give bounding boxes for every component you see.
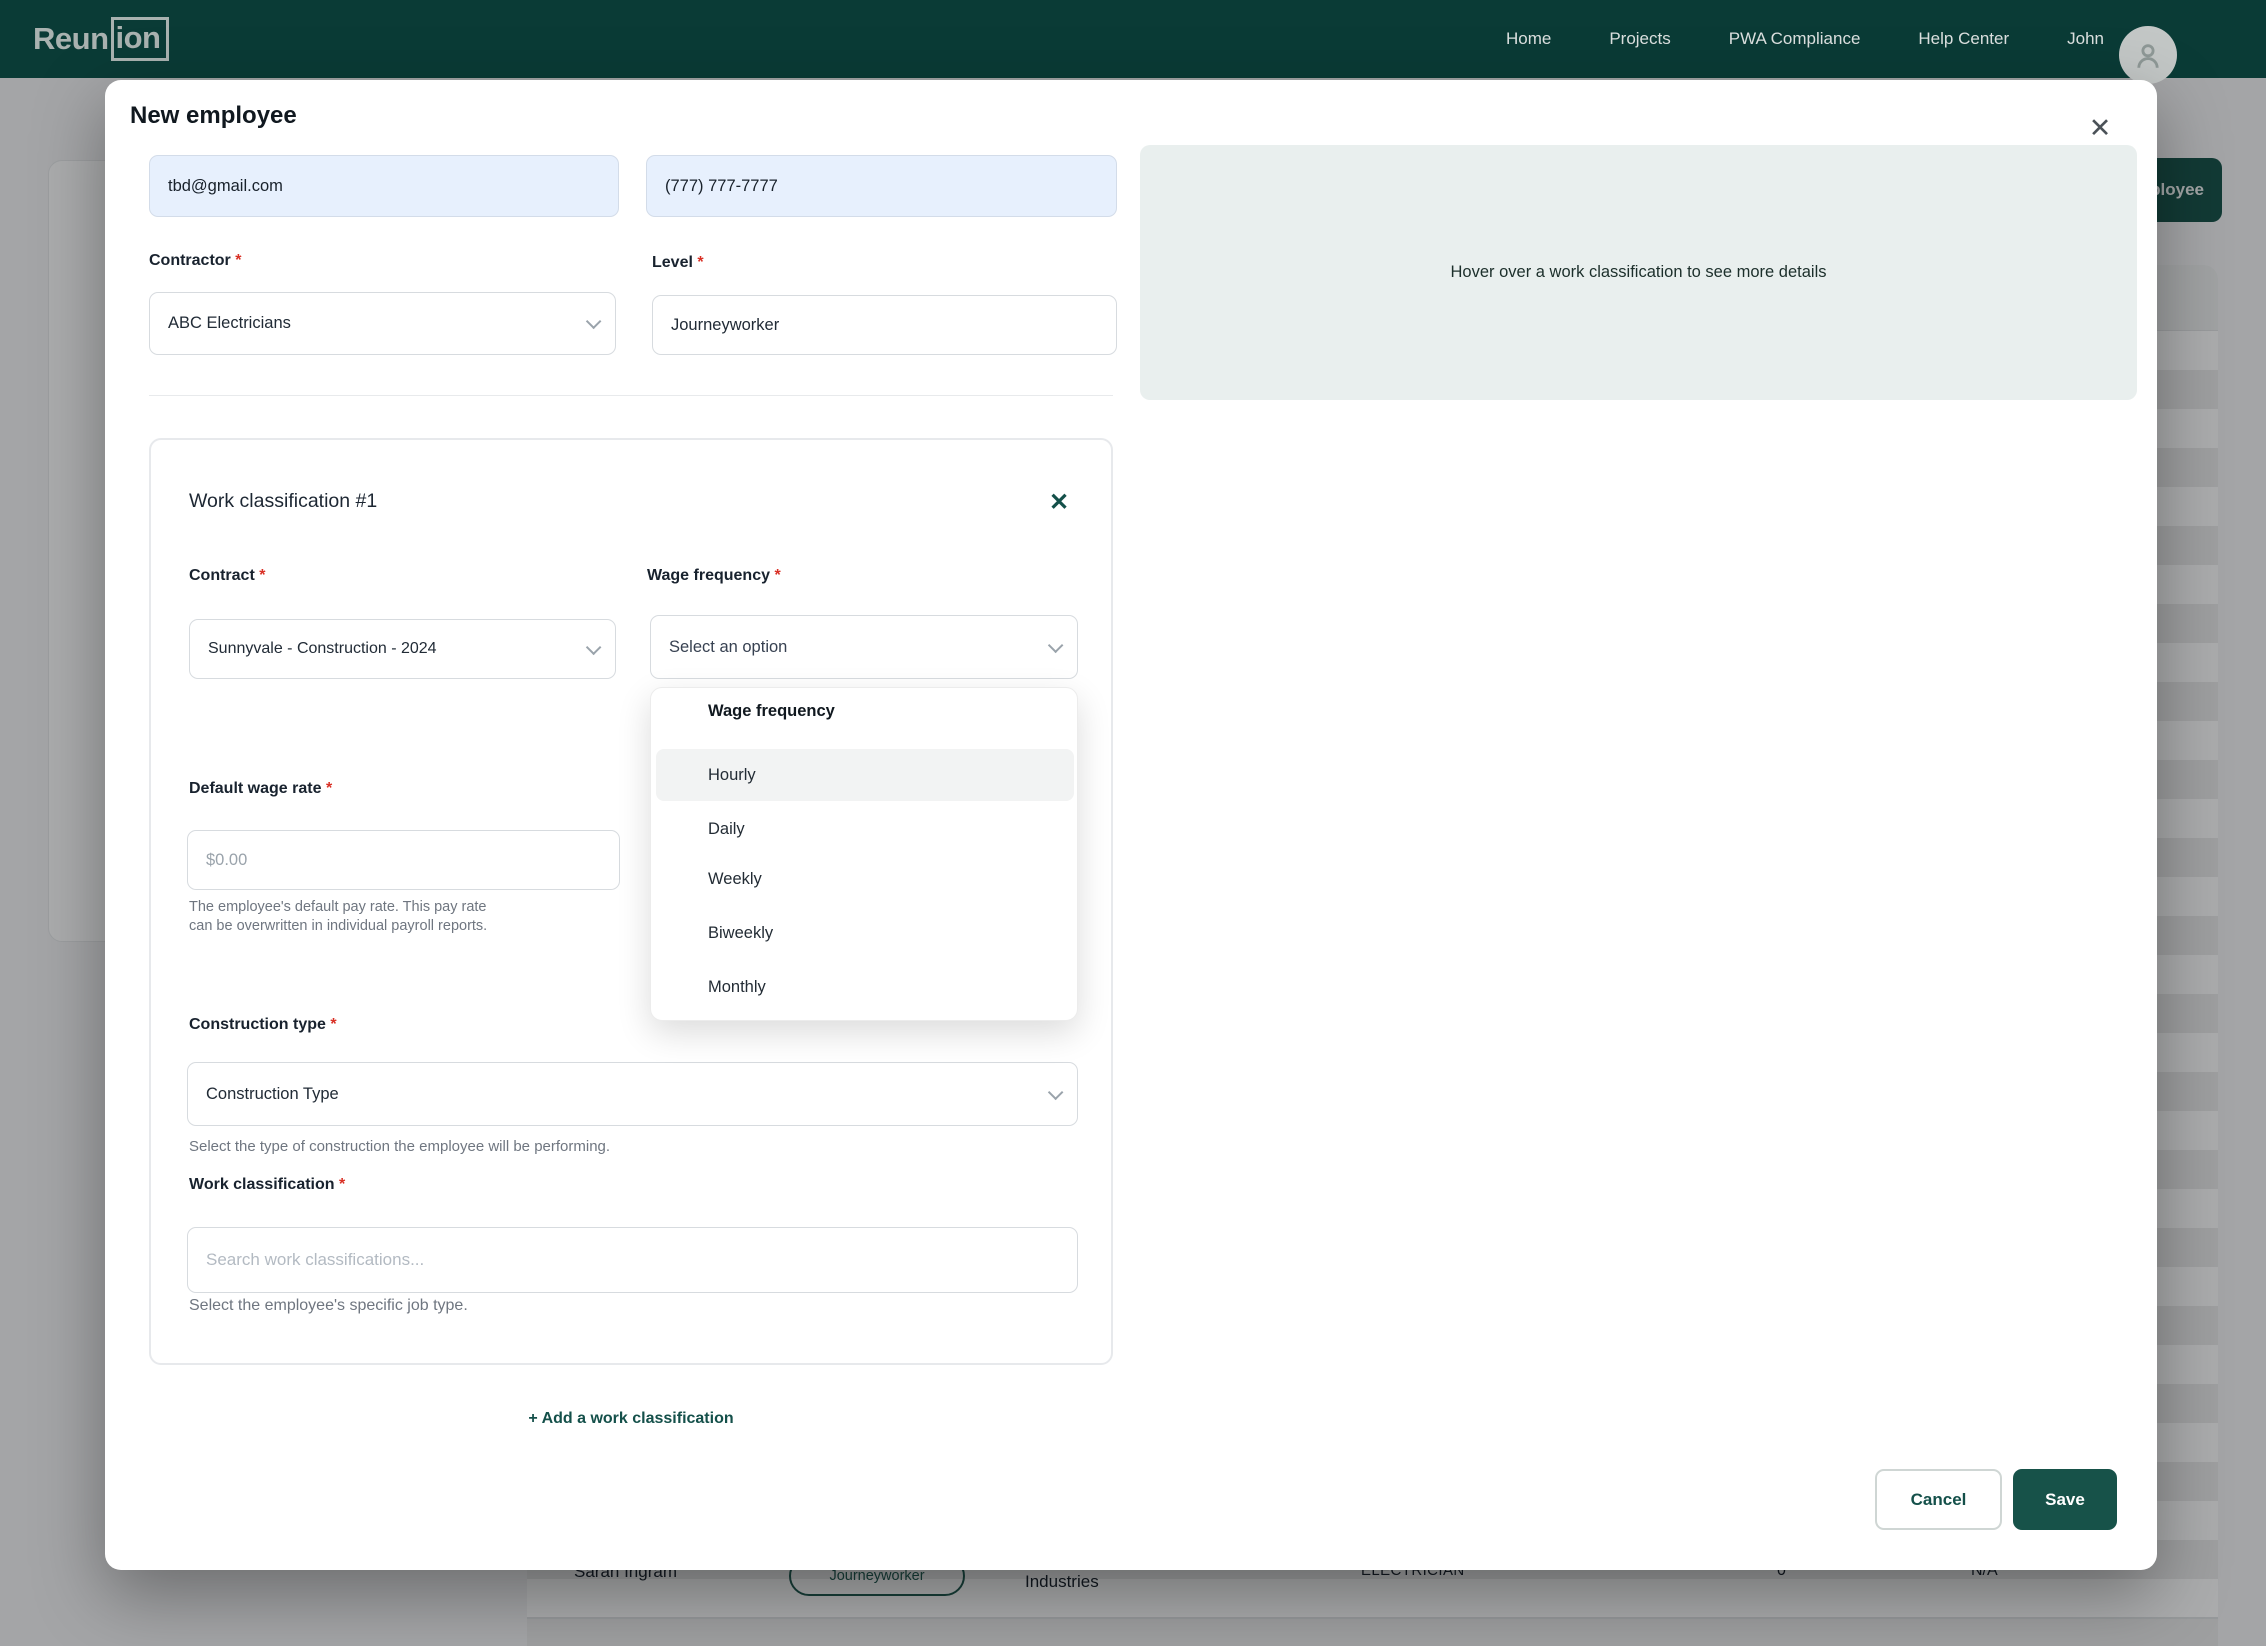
add-work-classification-link[interactable]: + Add a work classification bbox=[149, 1410, 1113, 1428]
menu-option-daily[interactable]: Daily bbox=[656, 803, 1074, 855]
phone-field[interactable]: (777) 777-7777 bbox=[646, 155, 1117, 217]
nav-help-center[interactable]: Help Center bbox=[1918, 29, 2009, 49]
work-classification-helper: Select the employee's specific job type. bbox=[189, 1297, 468, 1315]
menu-option-weekly[interactable]: Weekly bbox=[656, 853, 1074, 905]
default-wage-rate-label: Default wage rate * bbox=[189, 780, 332, 798]
new-employee-modal: New employee ✕ tbd@gmail.com (777) 777-7… bbox=[105, 80, 2157, 1570]
logo-text-boxed: ion bbox=[111, 17, 169, 61]
save-button[interactable]: Save bbox=[2013, 1469, 2117, 1530]
user-icon bbox=[2131, 38, 2165, 72]
nav-projects[interactable]: Projects bbox=[1609, 29, 1670, 49]
section-divider bbox=[149, 395, 1113, 396]
contractor-select[interactable]: ABC Electricians bbox=[149, 292, 616, 355]
menu-option-biweekly[interactable]: Biweekly bbox=[656, 907, 1074, 959]
wage-frequency-label: Wage frequency * bbox=[647, 567, 781, 585]
email-field[interactable]: tbd@gmail.com bbox=[149, 155, 619, 217]
menu-option-hourly[interactable]: Hourly bbox=[656, 749, 1074, 801]
construction-type-select[interactable]: Construction Type bbox=[187, 1062, 1078, 1126]
level-select[interactable]: Journeyworker bbox=[652, 295, 1117, 355]
wage-frequency-select[interactable]: Select an option bbox=[650, 615, 1078, 679]
work-classification-search-input[interactable]: Search work classifications... bbox=[187, 1227, 1078, 1293]
chevron-down-icon bbox=[1048, 637, 1064, 653]
nav-pwa-compliance[interactable]: PWA Compliance bbox=[1729, 29, 1861, 49]
wage-rate-helper: The employee's default pay rate. This pa… bbox=[189, 898, 494, 936]
close-icon[interactable]: ✕ bbox=[2080, 108, 2120, 148]
construction-type-helper: Select the type of construction the empl… bbox=[189, 1138, 610, 1155]
logo-text-prefix: Reun bbox=[33, 21, 109, 57]
chevron-down-icon bbox=[1048, 1084, 1064, 1100]
cancel-button[interactable]: Cancel bbox=[1875, 1469, 2002, 1530]
modal-title: New employee bbox=[130, 102, 297, 130]
nav-home[interactable]: Home bbox=[1506, 29, 1551, 49]
app-header: Reunion Home Projects PWA Compliance Hel… bbox=[0, 0, 2266, 78]
contractor-label: Contractor * bbox=[149, 252, 241, 270]
required-asterisk: * bbox=[697, 254, 703, 271]
work-classification-card: Work classification #1 ✕ Contract * Sunn… bbox=[149, 438, 1113, 1365]
card-title: Work classification #1 bbox=[189, 490, 377, 513]
work-classification-label: Work classification * bbox=[189, 1176, 345, 1194]
construction-type-label: Construction type * bbox=[189, 1016, 337, 1034]
level-label: Level * bbox=[652, 254, 704, 272]
chevron-down-icon bbox=[586, 639, 602, 655]
classification-info-panel: Hover over a work classification to see … bbox=[1140, 145, 2137, 400]
chevron-down-icon bbox=[586, 314, 602, 330]
user-avatar[interactable] bbox=[2119, 26, 2177, 84]
contract-select[interactable]: Sunnyvale - Construction - 2024 bbox=[189, 619, 616, 679]
menu-option-monthly[interactable]: Monthly bbox=[656, 961, 1074, 1013]
wage-frequency-menu: Wage frequency Hourly Daily Weekly Biwee… bbox=[650, 687, 1078, 1021]
main-nav: Home Projects PWA Compliance Help Center… bbox=[1506, 0, 2104, 78]
close-icon[interactable]: ✕ bbox=[1037, 480, 1081, 524]
contract-label: Contract * bbox=[189, 567, 265, 585]
default-wage-rate-input[interactable]: $0.00 bbox=[187, 830, 620, 890]
menu-header: Wage frequency bbox=[708, 702, 835, 721]
nav-user-name[interactable]: John bbox=[2067, 29, 2104, 49]
reunion-logo[interactable]: Reunion bbox=[33, 17, 169, 61]
required-asterisk: * bbox=[235, 252, 241, 269]
